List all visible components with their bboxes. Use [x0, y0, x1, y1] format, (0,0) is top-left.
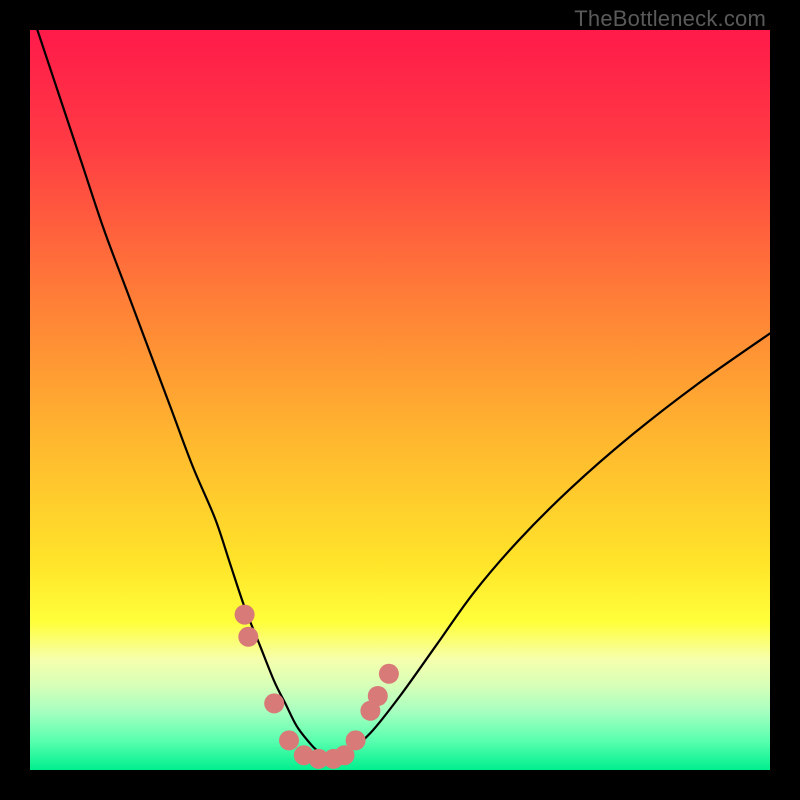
highlight-point	[346, 730, 366, 750]
highlight-point	[368, 686, 388, 706]
highlight-point	[379, 664, 399, 684]
chart-frame	[30, 30, 770, 770]
highlight-point	[264, 693, 284, 713]
watermark-text: TheBottleneck.com	[574, 6, 766, 32]
highlight-point	[238, 627, 258, 647]
chart-background	[30, 30, 770, 770]
highlight-point	[279, 730, 299, 750]
bottleneck-chart	[30, 30, 770, 770]
highlight-point	[235, 605, 255, 625]
